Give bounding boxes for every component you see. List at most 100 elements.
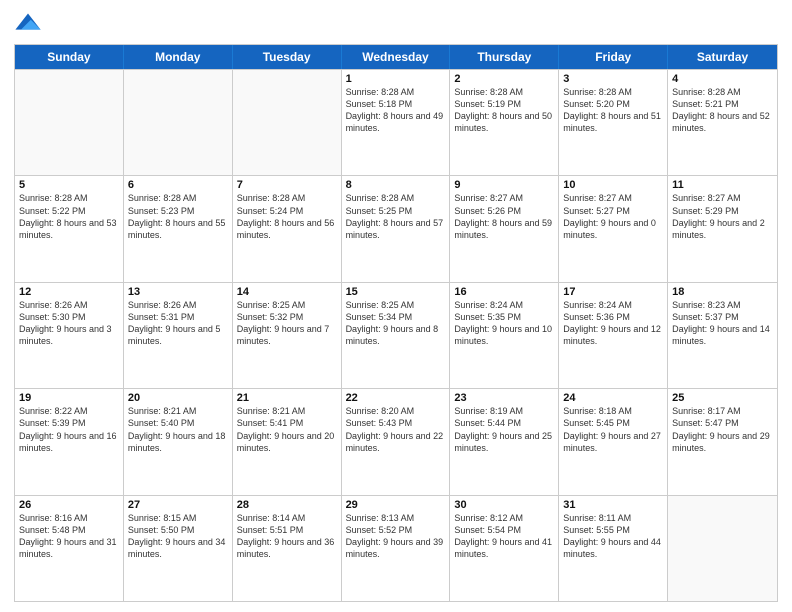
cell-day-number: 22 [346,392,446,404]
calendar-cell-day-15: 15Sunrise: 8:25 AM Sunset: 5:34 PM Dayli… [342,283,451,388]
cell-day-number: 16 [454,286,554,298]
calendar-cell-day-30: 30Sunrise: 8:12 AM Sunset: 5:54 PM Dayli… [450,496,559,601]
cell-info: Sunrise: 8:16 AM Sunset: 5:48 PM Dayligh… [19,512,119,561]
weekday-header-tuesday: Tuesday [233,45,342,69]
cell-info: Sunrise: 8:28 AM Sunset: 5:24 PM Dayligh… [237,192,337,241]
cell-day-number: 26 [19,499,119,511]
weekday-header-friday: Friday [559,45,668,69]
cell-day-number: 14 [237,286,337,298]
calendar-cell-day-25: 25Sunrise: 8:17 AM Sunset: 5:47 PM Dayli… [668,389,777,494]
cell-day-number: 12 [19,286,119,298]
cell-day-number: 10 [563,179,663,191]
cell-day-number: 18 [672,286,773,298]
calendar-row-1: 1Sunrise: 8:28 AM Sunset: 5:18 PM Daylig… [15,69,777,175]
calendar-row-2: 5Sunrise: 8:28 AM Sunset: 5:22 PM Daylig… [15,175,777,281]
calendar-cell-day-6: 6Sunrise: 8:28 AM Sunset: 5:23 PM Daylig… [124,176,233,281]
cell-day-number: 29 [346,499,446,511]
cell-info: Sunrise: 8:28 AM Sunset: 5:21 PM Dayligh… [672,86,773,135]
cell-info: Sunrise: 8:15 AM Sunset: 5:50 PM Dayligh… [128,512,228,561]
cell-day-number: 6 [128,179,228,191]
calendar-cell-day-8: 8Sunrise: 8:28 AM Sunset: 5:25 PM Daylig… [342,176,451,281]
calendar-cell-day-10: 10Sunrise: 8:27 AM Sunset: 5:27 PM Dayli… [559,176,668,281]
calendar-cell-day-26: 26Sunrise: 8:16 AM Sunset: 5:48 PM Dayli… [15,496,124,601]
cell-info: Sunrise: 8:21 AM Sunset: 5:40 PM Dayligh… [128,405,228,454]
calendar-cell-day-21: 21Sunrise: 8:21 AM Sunset: 5:41 PM Dayli… [233,389,342,494]
cell-day-number: 9 [454,179,554,191]
cell-info: Sunrise: 8:25 AM Sunset: 5:32 PM Dayligh… [237,299,337,348]
calendar-cell-day-3: 3Sunrise: 8:28 AM Sunset: 5:20 PM Daylig… [559,70,668,175]
cell-day-number: 8 [346,179,446,191]
calendar: SundayMondayTuesdayWednesdayThursdayFrid… [14,44,778,602]
calendar-cell-day-29: 29Sunrise: 8:13 AM Sunset: 5:52 PM Dayli… [342,496,451,601]
cell-info: Sunrise: 8:24 AM Sunset: 5:35 PM Dayligh… [454,299,554,348]
cell-info: Sunrise: 8:28 AM Sunset: 5:19 PM Dayligh… [454,86,554,135]
cell-info: Sunrise: 8:23 AM Sunset: 5:37 PM Dayligh… [672,299,773,348]
cell-info: Sunrise: 8:18 AM Sunset: 5:45 PM Dayligh… [563,405,663,454]
calendar-cell-day-31: 31Sunrise: 8:11 AM Sunset: 5:55 PM Dayli… [559,496,668,601]
calendar-cell-day-18: 18Sunrise: 8:23 AM Sunset: 5:37 PM Dayli… [668,283,777,388]
cell-info: Sunrise: 8:25 AM Sunset: 5:34 PM Dayligh… [346,299,446,348]
cell-info: Sunrise: 8:27 AM Sunset: 5:27 PM Dayligh… [563,192,663,241]
cell-day-number: 25 [672,392,773,404]
calendar-cell-day-27: 27Sunrise: 8:15 AM Sunset: 5:50 PM Dayli… [124,496,233,601]
calendar-cell-day-1: 1Sunrise: 8:28 AM Sunset: 5:18 PM Daylig… [342,70,451,175]
cell-day-number: 1 [346,73,446,85]
weekday-header-thursday: Thursday [450,45,559,69]
cell-info: Sunrise: 8:27 AM Sunset: 5:26 PM Dayligh… [454,192,554,241]
cell-info: Sunrise: 8:28 AM Sunset: 5:23 PM Dayligh… [128,192,228,241]
weekday-header-wednesday: Wednesday [342,45,451,69]
calendar-cell-day-9: 9Sunrise: 8:27 AM Sunset: 5:26 PM Daylig… [450,176,559,281]
calendar-cell-day-4: 4Sunrise: 8:28 AM Sunset: 5:21 PM Daylig… [668,70,777,175]
weekday-header-saturday: Saturday [668,45,777,69]
cell-day-number: 17 [563,286,663,298]
cell-day-number: 23 [454,392,554,404]
cell-day-number: 11 [672,179,773,191]
cell-info: Sunrise: 8:21 AM Sunset: 5:41 PM Dayligh… [237,405,337,454]
calendar-cell-day-7: 7Sunrise: 8:28 AM Sunset: 5:24 PM Daylig… [233,176,342,281]
calendar-cell-day-11: 11Sunrise: 8:27 AM Sunset: 5:29 PM Dayli… [668,176,777,281]
cell-info: Sunrise: 8:13 AM Sunset: 5:52 PM Dayligh… [346,512,446,561]
cell-info: Sunrise: 8:20 AM Sunset: 5:43 PM Dayligh… [346,405,446,454]
calendar-cell-day-16: 16Sunrise: 8:24 AM Sunset: 5:35 PM Dayli… [450,283,559,388]
cell-info: Sunrise: 8:17 AM Sunset: 5:47 PM Dayligh… [672,405,773,454]
cell-day-number: 5 [19,179,119,191]
cell-day-number: 7 [237,179,337,191]
calendar-cell-day-28: 28Sunrise: 8:14 AM Sunset: 5:51 PM Dayli… [233,496,342,601]
cell-day-number: 4 [672,73,773,85]
cell-day-number: 13 [128,286,228,298]
calendar-cell-day-19: 19Sunrise: 8:22 AM Sunset: 5:39 PM Dayli… [15,389,124,494]
cell-info: Sunrise: 8:12 AM Sunset: 5:54 PM Dayligh… [454,512,554,561]
calendar-cell-day-12: 12Sunrise: 8:26 AM Sunset: 5:30 PM Dayli… [15,283,124,388]
calendar-cell-day-5: 5Sunrise: 8:28 AM Sunset: 5:22 PM Daylig… [15,176,124,281]
cell-day-number: 3 [563,73,663,85]
cell-day-number: 21 [237,392,337,404]
weekday-header-monday: Monday [124,45,233,69]
logo [14,10,46,38]
cell-info: Sunrise: 8:11 AM Sunset: 5:55 PM Dayligh… [563,512,663,561]
cell-info: Sunrise: 8:22 AM Sunset: 5:39 PM Dayligh… [19,405,119,454]
cell-day-number: 19 [19,392,119,404]
weekday-header-sunday: Sunday [15,45,124,69]
cell-day-number: 2 [454,73,554,85]
calendar-cell-day-23: 23Sunrise: 8:19 AM Sunset: 5:44 PM Dayli… [450,389,559,494]
cell-day-number: 28 [237,499,337,511]
cell-info: Sunrise: 8:28 AM Sunset: 5:20 PM Dayligh… [563,86,663,135]
calendar-cell-day-13: 13Sunrise: 8:26 AM Sunset: 5:31 PM Dayli… [124,283,233,388]
calendar-body: 1Sunrise: 8:28 AM Sunset: 5:18 PM Daylig… [15,69,777,601]
calendar-cell-empty [124,70,233,175]
calendar-row-4: 19Sunrise: 8:22 AM Sunset: 5:39 PM Dayli… [15,388,777,494]
calendar-cell-day-14: 14Sunrise: 8:25 AM Sunset: 5:32 PM Dayli… [233,283,342,388]
cell-info: Sunrise: 8:27 AM Sunset: 5:29 PM Dayligh… [672,192,773,241]
page-header [14,10,778,38]
calendar-cell-empty [668,496,777,601]
cell-info: Sunrise: 8:28 AM Sunset: 5:18 PM Dayligh… [346,86,446,135]
cell-info: Sunrise: 8:28 AM Sunset: 5:22 PM Dayligh… [19,192,119,241]
cell-info: Sunrise: 8:28 AM Sunset: 5:25 PM Dayligh… [346,192,446,241]
calendar-cell-empty [233,70,342,175]
cell-day-number: 27 [128,499,228,511]
cell-day-number: 20 [128,392,228,404]
cell-day-number: 31 [563,499,663,511]
calendar-cell-empty [15,70,124,175]
calendar-cell-day-20: 20Sunrise: 8:21 AM Sunset: 5:40 PM Dayli… [124,389,233,494]
calendar-container: SundayMondayTuesdayWednesdayThursdayFrid… [0,0,792,612]
